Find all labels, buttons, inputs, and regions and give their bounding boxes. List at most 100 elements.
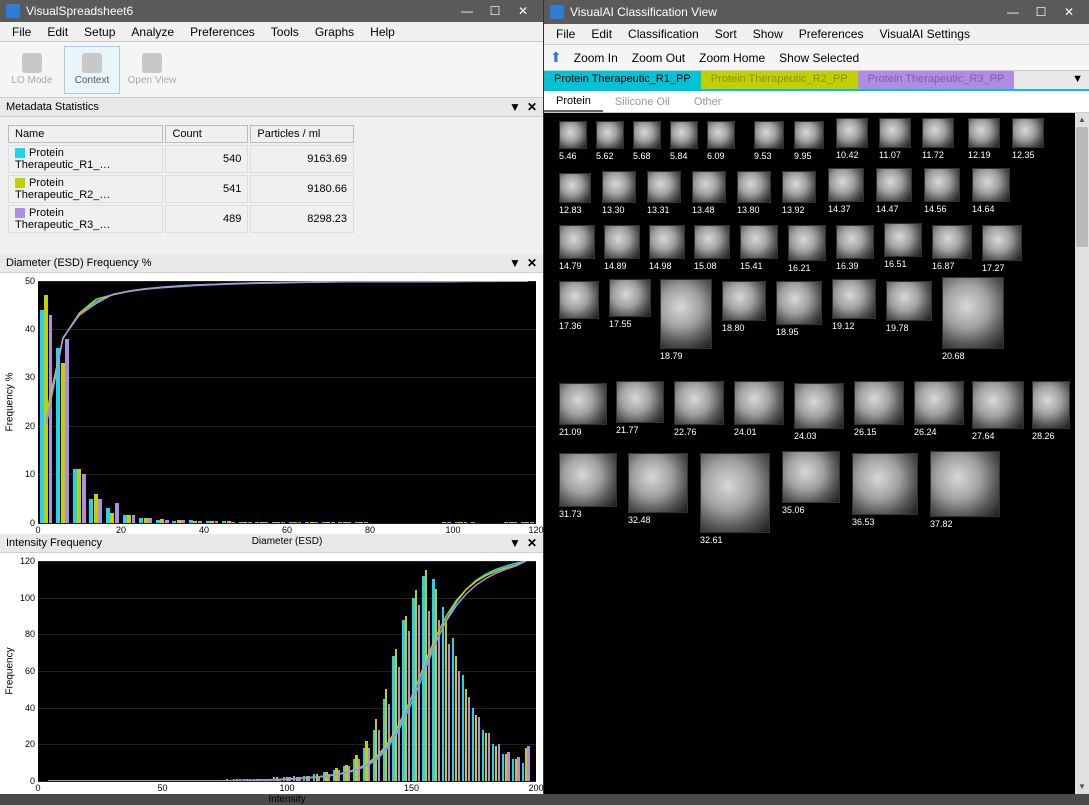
particle-thumb[interactable]: 12.19 [968,118,1000,160]
right-titlebar[interactable]: VisualAI Classification View — ☐ ✕ [544,0,1089,24]
particle-thumb[interactable]: 5.62 [596,121,624,161]
particle-thumb[interactable]: 24.01 [734,381,784,437]
particle-thumb[interactable]: 19.78 [886,281,932,333]
panel-close-icon[interactable]: ✕ [527,536,537,550]
particle-thumb[interactable]: 14.98 [649,225,685,271]
th-ppm[interactable]: Particles / ml [250,125,354,143]
particle-thumb[interactable]: 15.08 [694,225,730,271]
particle-thumb[interactable]: 24.03 [794,383,844,441]
particle-thumb[interactable]: 12.83 [559,173,591,215]
particle-thumb[interactable]: 26.15 [854,381,904,437]
th-name[interactable]: Name [8,125,163,143]
particle-thumb[interactable]: 18.95 [776,281,822,337]
menu-edit[interactable]: Edit [39,23,76,41]
particle-thumb[interactable]: 26.24 [914,381,964,437]
particle-thumb[interactable]: 13.48 [692,171,726,215]
particle-thumb[interactable]: 16.51 [884,223,922,269]
particle-thumb[interactable]: 19.12 [832,279,876,331]
gallery-scrollbar[interactable]: ▲ ▼ [1075,113,1089,794]
particle-thumb[interactable]: 11.72 [922,118,954,160]
left-titlebar[interactable]: VisualSpreadsheet6 — ☐ ✕ [0,0,543,22]
scroll-down-icon[interactable]: ▼ [1075,780,1089,794]
menu-classification[interactable]: Classification [620,25,707,43]
particle-thumb[interactable]: 5.68 [633,121,661,161]
particle-thumb[interactable]: 16.39 [836,225,874,271]
menu-file[interactable]: File [4,23,39,41]
toolbar-show-selected[interactable]: Show Selected [779,51,859,65]
table-row[interactable]: Protein Therapeutic_R2_…5419180.66 [8,175,354,203]
minimize-button[interactable]: — [453,0,481,22]
particle-thumb[interactable]: 17.27 [982,225,1022,273]
particle-thumb[interactable]: 5.46 [559,121,587,161]
scroll-thumb[interactable] [1076,127,1088,247]
particle-thumb[interactable]: 15.41 [740,225,778,271]
menu-setup[interactable]: Setup [76,23,123,41]
th-count[interactable]: Count [165,125,248,143]
panel-dropdown-icon[interactable]: ▼ [509,100,521,114]
subtab-silicone-oil[interactable]: Silicone Oil [603,93,682,111]
particle-thumb[interactable]: 13.92 [782,171,816,215]
particle-thumb[interactable]: 27.64 [972,381,1024,441]
panel-dropdown-icon[interactable]: ▼ [509,256,521,270]
menu-visualai-settings[interactable]: VisualAI Settings [871,25,978,43]
particle-thumb[interactable]: 20.68 [942,277,1004,361]
particle-thumb[interactable]: 17.55 [609,279,651,329]
particle-thumb[interactable]: 14.79 [559,225,595,271]
menu-preferences[interactable]: Preferences [182,23,263,41]
menu-tools[interactable]: Tools [263,23,307,41]
particle-thumb[interactable]: 32.61 [700,453,770,545]
tab-r3[interactable]: Protein Therapeutic_R3_PP [858,71,1015,89]
subtab-other[interactable]: Other [682,93,734,111]
toolbar-zoom-out[interactable]: Zoom Out [632,51,685,65]
particle-thumb[interactable]: 36.53 [852,453,918,527]
particle-thumb[interactable]: 13.80 [737,171,771,215]
particle-thumb[interactable]: 13.31 [647,171,681,215]
menu-graphs[interactable]: Graphs [307,23,362,41]
tab-r2[interactable]: Protein Therapeutic_R2_PP [701,71,858,89]
toolbar-context[interactable]: Context [64,46,120,94]
particle-thumb[interactable]: 14.47 [876,168,912,214]
particle-thumb[interactable]: 18.79 [660,279,712,361]
particle-thumb[interactable]: 14.56 [924,168,960,214]
particle-thumb[interactable]: 17.36 [559,281,599,331]
particle-thumb[interactable]: 11.07 [879,118,911,160]
table-row[interactable]: Protein Therapeutic_R1_…5409163.69 [8,145,354,173]
particle-thumb[interactable]: 18.80 [722,281,766,333]
maximize-button[interactable]: ☐ [481,0,509,22]
particle-thumb[interactable]: 12.35 [1012,118,1044,160]
close-button[interactable]: ✕ [509,0,537,22]
particle-thumb[interactable]: 32.48 [628,453,688,525]
home-icon[interactable]: ⬆ [550,49,562,66]
particle-thumb[interactable]: 37.82 [930,451,1000,529]
panel-close-icon[interactable]: ✕ [527,100,537,114]
menu-help[interactable]: Help [362,23,403,41]
thumbnail-gallery[interactable]: ▲ ▼ 5.465.625.685.846.099.539.9510.4211.… [544,113,1089,794]
toolbar-zoom-in[interactable]: Zoom In [574,51,618,65]
menu-sort[interactable]: Sort [707,25,745,43]
particle-thumb[interactable]: 9.53 [754,121,784,161]
tab-r1[interactable]: Protein Therapeutic_R1_PP [544,71,701,89]
particle-thumb[interactable]: 13.30 [602,171,636,215]
menu-edit[interactable]: Edit [583,25,620,43]
menu-preferences[interactable]: Preferences [791,25,872,43]
particle-thumb[interactable]: 21.77 [616,381,664,435]
table-row[interactable]: Protein Therapeutic_R3_…4898298.23 [8,205,354,233]
subtab-protein[interactable]: Protein [544,92,603,112]
particle-thumb[interactable]: 9.95 [794,121,824,161]
particle-thumb[interactable]: 14.89 [604,225,640,271]
particle-thumb[interactable]: 14.37 [828,168,864,214]
particle-thumb[interactable]: 28.26 [1032,381,1070,441]
particle-thumb[interactable]: 21.09 [559,383,607,437]
tabs-dropdown-icon[interactable]: ▼ [1066,71,1089,89]
particle-thumb[interactable]: 14.64 [972,168,1010,214]
scroll-up-icon[interactable]: ▲ [1075,113,1089,127]
particle-thumb[interactable]: 5.84 [670,121,698,161]
menu-file[interactable]: File [548,25,583,43]
panel-dropdown-icon[interactable]: ▼ [509,536,521,550]
particle-thumb[interactable]: 35.06 [782,451,840,515]
particle-thumb[interactable]: 16.87 [932,225,972,271]
minimize-button[interactable]: — [999,1,1027,23]
toolbar-zoom-home[interactable]: Zoom Home [699,51,765,65]
particle-thumb[interactable]: 10.42 [836,118,868,160]
particle-thumb[interactable]: 31.73 [559,453,617,519]
